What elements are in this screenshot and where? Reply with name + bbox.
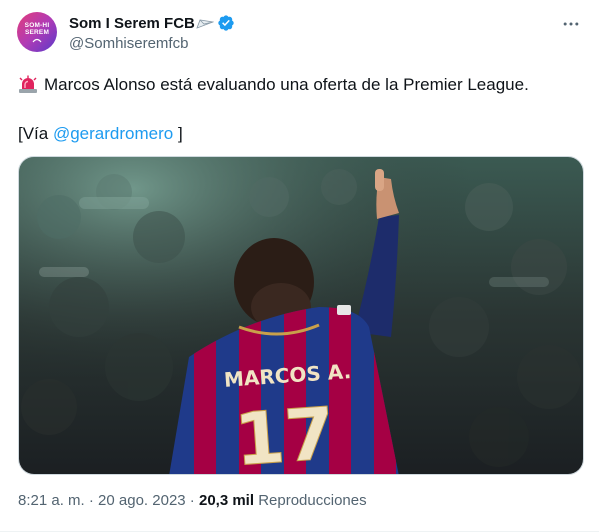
tweet-media-image[interactable]: MARCOS A. 17 [18, 156, 584, 475]
more-options-icon[interactable] [559, 12, 583, 36]
meta-separator-2: · [185, 492, 199, 509]
rotating-light-emoji-icon [19, 75, 37, 93]
avatar-logo-icon [32, 38, 42, 42]
tweet-text-via: [Vía @gerardromero ] [18, 122, 583, 145]
author-handle[interactable]: @Somhiseremfcb [69, 35, 188, 52]
views-label: Reproducciones [254, 492, 367, 509]
tweet-time[interactable]: 8:21 a. m. [18, 492, 85, 509]
tweet-meta: 8:21 a. m. · 20 ago. 2023 · 20,3 mil Rep… [18, 492, 367, 509]
author-display-name[interactable]: Som I Serem FCB [69, 15, 195, 32]
tweet-date[interactable]: 20 ago. 2023 [98, 492, 186, 509]
tweet-text: Marcos Alonso está evaluando una oferta … [18, 73, 583, 145]
paper-plane-emoji-icon [196, 19, 214, 29]
mention-link[interactable]: @gerardromero [53, 124, 173, 143]
avatar-text-line2: SEREM [24, 28, 50, 36]
views-count: 20,3 mil [198, 492, 255, 509]
meta-separator: · [84, 492, 99, 509]
avatar-text-line1: SOM-HI [24, 21, 50, 29]
via-close: ] [173, 124, 183, 143]
via-open: [Vía [18, 124, 53, 143]
tweet-card[interactable]: SOM-HI SEREM Som I Serem FCB @Somhiserem… [0, 0, 599, 532]
verified-badge-icon [218, 15, 234, 31]
tweet-text-line1: Marcos Alonso está evaluando una oferta … [44, 75, 529, 94]
avatar[interactable]: SOM-HI SEREM [17, 12, 57, 52]
jersey-number: 17 [232, 391, 338, 475]
author-name-row: Som I Serem FCB [69, 13, 235, 33]
player-photo: MARCOS A. 17 [19, 157, 583, 475]
